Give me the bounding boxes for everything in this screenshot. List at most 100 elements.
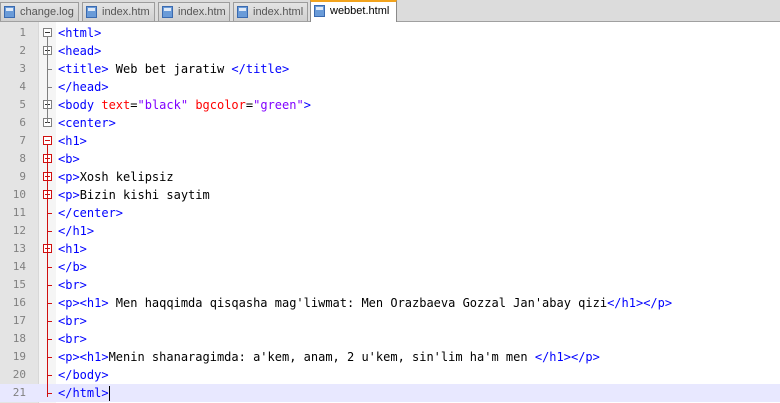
code-line[interactable]: 12 </h1> (0, 222, 780, 240)
line-number: 18 (12, 332, 26, 345)
code-token-txt: Web bet jaratiw (108, 62, 232, 76)
code-line[interactable]: 14 </b> (0, 258, 780, 276)
tab-label: webbet.html (330, 5, 390, 17)
code-token-tag: <title> (58, 62, 109, 76)
line-number: 1 (19, 26, 26, 39)
code-token-val: "green" (253, 98, 304, 112)
line-number: 5 (19, 98, 26, 111)
code-text: </head> (58, 78, 109, 96)
tab-label: index.htm (102, 6, 150, 18)
code-token-txt: Men haqqimda qisqasha mag'liwmat: Men Or… (108, 296, 608, 310)
fold-end-tick (47, 285, 52, 286)
fold-end-tick (47, 321, 52, 322)
tab-index-htm-1[interactable]: index.htm (82, 2, 155, 21)
code-token-tag: <br> (58, 332, 87, 346)
code-line[interactable]: 1 <html> (0, 24, 780, 42)
code-token-tag: <h1> (58, 242, 87, 256)
fold-end-tick (47, 339, 52, 340)
code-text: </b> (58, 258, 87, 276)
file-icon (162, 6, 173, 18)
code-line[interactable]: 7 <h1> (0, 132, 780, 150)
code-token-tag: </html> (58, 386, 109, 400)
fold-end-tick (47, 375, 52, 376)
code-token-tag: <center> (58, 116, 116, 130)
code-token-txt: Bizin kishi saytim (79, 188, 210, 202)
code-token-tag: <br> (58, 278, 87, 292)
code-line[interactable]: 11 </center> (0, 204, 780, 222)
code-token-tag: </center> (58, 206, 124, 220)
code-line[interactable]: 18 <br> (0, 330, 780, 348)
tab-change-log[interactable]: change.log (0, 2, 79, 21)
code-line[interactable]: 5 <body text="black" bgcolor="green"> (0, 96, 780, 114)
tab-label: index.html (253, 6, 304, 18)
line-number: 14 (12, 260, 26, 273)
code-line[interactable]: 6 <center> (0, 114, 780, 132)
tab-label: change.log (20, 6, 74, 18)
code-text: <br> (58, 330, 87, 348)
code-text: <p><h1>Menin shanaragimda: a'kem, anam, … (58, 348, 600, 366)
code-token-tag: </body> (58, 368, 109, 382)
code-text: </h1> (58, 222, 94, 240)
fold-collapse-icon[interactable] (43, 28, 52, 37)
code-line[interactable]: 13 <h1> (0, 240, 780, 258)
line-number: 19 (12, 350, 26, 363)
code-line[interactable]: 15 <br> (0, 276, 780, 294)
fold-end-tick (47, 357, 52, 358)
file-icon (237, 6, 248, 18)
code-token-tag: </h1></p> (607, 296, 673, 310)
code-text: <body text="black" bgcolor="green"> (58, 96, 311, 114)
code-text: <h1> (58, 132, 87, 150)
line-number: 6 (19, 116, 26, 129)
code-line[interactable]: 4 </head> (0, 78, 780, 96)
line-number: 17 (12, 314, 26, 327)
file-icon (314, 5, 325, 17)
code-line[interactable]: 8 <b> (0, 150, 780, 168)
code-text: <br> (58, 312, 87, 330)
code-token-tag: </head> (58, 80, 109, 94)
line-number: 20 (12, 368, 26, 381)
code-token-attr: text (101, 98, 131, 112)
line-number: 15 (12, 278, 26, 291)
code-line[interactable]: 9 <p>Xosh kelipsiz (0, 168, 780, 186)
tab-webbet-html[interactable]: webbet.html (310, 0, 397, 22)
code-token-tag: </h1></p> (534, 350, 600, 364)
fold-collapse-icon[interactable] (43, 136, 52, 145)
line-number: 10 (12, 188, 26, 201)
line-number: 16 (12, 296, 26, 309)
code-text: <p>Xosh kelipsiz (58, 168, 174, 186)
code-text: <p><h1> Men haqqimda qisqasha mag'liwmat… (58, 294, 672, 312)
code-text: <p>Bizin kishi saytim (58, 186, 210, 204)
code-token-tag: </title> (231, 62, 290, 76)
code-line[interactable]: 2 <head> (0, 42, 780, 60)
fold-end-tick (47, 69, 52, 70)
code-line[interactable]: 19 <p><h1>Menin shanaragimda: a'kem, anam… (0, 348, 780, 366)
code-text: </html> (58, 384, 110, 402)
code-line[interactable]: 10 <p>Bizin kishi saytim (0, 186, 780, 204)
code-text: <br> (58, 276, 87, 294)
code-token-tag: <head> (58, 44, 102, 58)
code-token-tag: </h1> (58, 224, 95, 238)
line-number: 13 (12, 242, 26, 255)
fold-end-tick (47, 231, 52, 232)
code-line[interactable]: 16 <p><h1> Men haqqimda qisqasha mag'liwm… (0, 294, 780, 312)
line-number: 8 (19, 152, 26, 165)
code-token-val: "black" (137, 98, 189, 112)
fold-guide-line (47, 145, 48, 397)
code-token-tag: <p> (58, 170, 80, 184)
code-line[interactable]: 20 </body> (0, 366, 780, 384)
line-number: 21 (12, 386, 26, 399)
code-token-tag: </b> (58, 260, 87, 274)
code-text: <html> (58, 24, 101, 42)
code-line[interactable]: 17 <br> (0, 312, 780, 330)
fold-end-tick (47, 303, 52, 304)
tab-index-html[interactable]: index.html (233, 2, 308, 21)
code-editor[interactable]: 1 <html> 2 <head> 3 <title> Web bet jaratiw <… (0, 22, 780, 403)
fold-end-tick (47, 393, 52, 394)
code-token-eq: = (130, 98, 138, 112)
tab-index-htm-2[interactable]: index.htm (158, 2, 230, 21)
code-line[interactable]: 21 </html> (0, 384, 780, 402)
code-token-txt: Xosh kelipsiz (79, 170, 174, 184)
fold-end-tick (47, 267, 52, 268)
code-line[interactable]: 3 <title> Web bet jaratiw </title> (0, 60, 780, 78)
code-token-tag: <body (58, 98, 102, 112)
